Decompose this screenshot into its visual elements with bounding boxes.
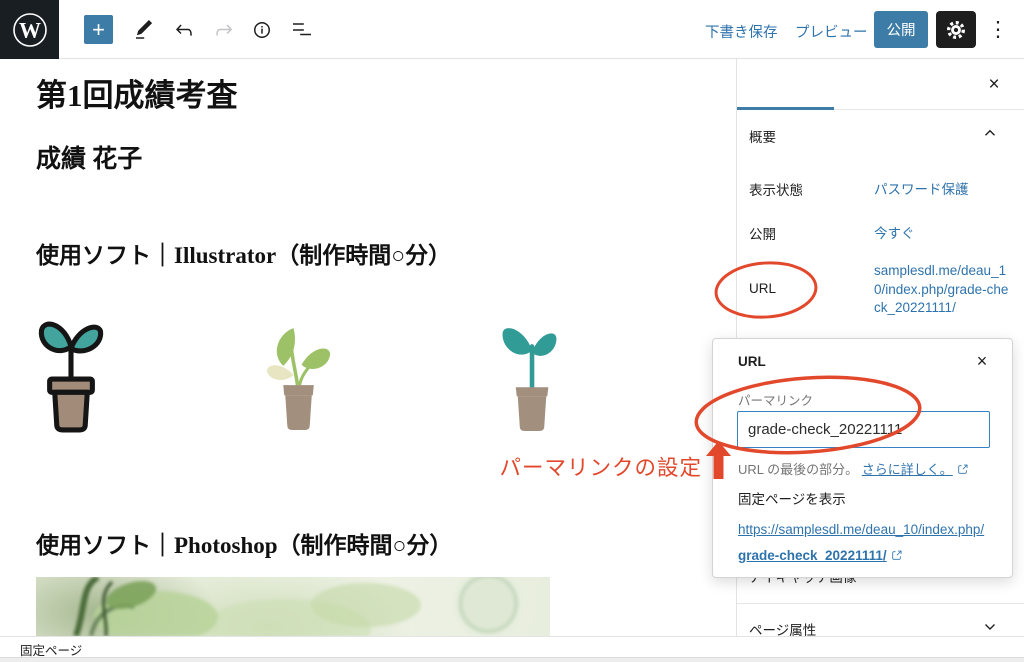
plant-image-green[interactable] (258, 320, 336, 437)
close-icon: × (977, 351, 988, 371)
page-url-link[interactable]: https://samplesdl.me/deau_10/index.php/g… (738, 517, 1000, 569)
publish-value-link[interactable]: 今すぐ (874, 222, 915, 242)
undo-button[interactable] (170, 16, 198, 44)
close-icon: × (988, 74, 999, 95)
wordpress-logo-button[interactable]: W (0, 0, 59, 59)
editor-top-toolbar: W + (0, 0, 1024, 59)
breadcrumb: 固定ページ (20, 640, 82, 659)
page-title-block[interactable]: 第1回成績考査 (36, 70, 238, 115)
info-icon (250, 18, 274, 42)
footer-bottom-strip (0, 658, 1024, 662)
editor-footer-bar: 固定ページ (0, 636, 1024, 658)
permalink-help-text: URL の最後の部分。 さらに詳しく。 (738, 459, 998, 478)
tools-pencil-button[interactable] (130, 16, 158, 44)
sidebar-divider (737, 603, 1024, 604)
url-popover-close-button[interactable]: × (968, 347, 996, 375)
url-popover: URL × パーマリンク URL の最後の部分。 さらに詳しく。 固定ページを表… (712, 338, 1013, 578)
visibility-value-link[interactable]: パスワード保護 (874, 178, 969, 198)
permalink-input[interactable] (737, 411, 990, 448)
permalink-annotation-label: パーマリンクの設定 (430, 451, 702, 482)
publish-button[interactable]: 公開 (874, 11, 928, 48)
page-url-prefix: https://samplesdl.me/deau_10/index.php/ (738, 522, 984, 537)
active-tab-underline (737, 107, 834, 110)
wordpress-logo-icon: W (11, 11, 49, 49)
summary-panel-label: 概要 (749, 126, 776, 146)
list-view-icon (290, 18, 314, 42)
save-draft-button[interactable]: 下書き保存 (705, 21, 778, 42)
url-popover-title: URL (738, 354, 766, 369)
view-page-label: 固定ページを表示 (738, 488, 846, 508)
summary-collapse-button[interactable] (978, 122, 1002, 146)
external-link-icon (887, 548, 903, 563)
list-view-button[interactable] (288, 16, 316, 44)
wordpress-block-editor: W + (0, 0, 1024, 662)
gear-icon (945, 19, 967, 41)
author-heading-block[interactable]: 成績 花子 (36, 139, 142, 175)
options-menu-button[interactable]: ⋮ (984, 14, 1012, 44)
plant-image-teal[interactable] (494, 320, 568, 437)
settings-toggle-button[interactable] (936, 11, 976, 48)
undo-icon (172, 18, 196, 42)
photo-plant-image[interactable] (36, 577, 550, 636)
plant-image-outlined[interactable] (34, 314, 108, 439)
chevron-down-icon (981, 617, 999, 635)
kebab-icon: ⋮ (988, 18, 1009, 41)
visibility-row-label: 表示状態 (749, 179, 803, 199)
illustrator-section-heading[interactable]: 使用ソフト｜Illustrator（制作時間○分） (36, 236, 451, 270)
url-row-label: URL (749, 281, 776, 296)
photoshop-section-heading[interactable]: 使用ソフト｜Photoshop（制作時間○分） (36, 526, 452, 560)
learn-more-link[interactable]: さらに詳しく。 (862, 462, 953, 477)
details-info-button[interactable] (248, 16, 276, 44)
block-inserter-button[interactable]: + (84, 15, 113, 44)
preview-button[interactable]: プレビュー (795, 21, 868, 42)
permalink-field-label: パーマリンク (738, 390, 813, 409)
chevron-up-icon (981, 124, 999, 142)
svg-text:W: W (19, 17, 41, 42)
external-link-icon (953, 462, 969, 477)
sidebar-close-button[interactable]: × (980, 71, 1008, 99)
redo-button[interactable] (210, 16, 238, 44)
publish-row-label: 公開 (749, 223, 776, 243)
page-url-slug: grade-check_20221111/ (738, 548, 887, 563)
pencil-icon (132, 18, 156, 42)
plus-icon: + (92, 17, 105, 42)
redo-icon (212, 18, 236, 42)
url-value-link[interactable]: samplesdl.me/deau_10/index.php/grade-che… (874, 262, 1012, 318)
permalink-help-static: URL の最後の部分。 (738, 462, 858, 477)
photo-plant-graphic (36, 577, 550, 636)
